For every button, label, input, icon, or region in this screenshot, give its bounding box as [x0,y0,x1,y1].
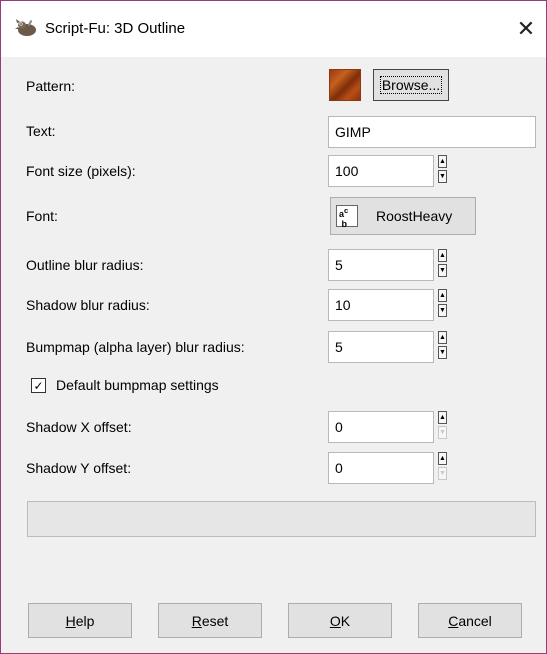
outline-blur-input[interactable] [329,250,431,280]
ok-button-label: OK [329,612,351,629]
shadow-x-input[interactable] [329,412,431,442]
cancel-button-label: Cancel [448,612,492,629]
bumpmap-blur-spinbox [328,331,434,363]
bumpmap-blur-input[interactable] [329,332,431,362]
checkmark-icon: ✓ [33,378,44,393]
help-button[interactable]: Help [28,603,132,638]
shadow-y-label: Shadow Y offset: [26,460,132,476]
outline-blur-spinbox [328,249,434,281]
font-label: Font: [26,208,58,224]
decrement-icon[interactable]: ▼ [438,264,447,277]
pattern-preview[interactable] [329,69,361,101]
increment-icon[interactable]: ▲ [438,331,447,344]
reset-button[interactable]: Reset [158,603,262,638]
font-size-input[interactable] [329,156,431,186]
font-name: RoostHeavy [376,208,453,224]
window-title: Script-Fu: 3D Outline [45,20,186,37]
text-field-wrapper [328,116,536,148]
shadow-x-stepper: ▲ ▼ [438,411,448,441]
shadow-y-input[interactable] [329,453,431,483]
shadow-blur-spinbox [328,289,434,321]
text-label: Text: [26,123,56,139]
default-bumpmap-checkbox[interactable]: ✓ [31,378,46,393]
browse-button-label: Browse... [379,76,443,94]
bumpmap-blur-label: Bumpmap (alpha layer) blur radius: [26,339,245,355]
font-size-spinbox [328,155,434,187]
decrement-icon[interactable]: ▼ [438,346,447,359]
close-button[interactable]: ✕ [506,9,546,49]
increment-icon[interactable]: ▲ [438,249,447,262]
outline-blur-label: Outline blur radius: [26,257,144,273]
close-icon: ✕ [516,16,536,41]
browse-pattern-button[interactable]: Browse... [373,69,449,101]
increment-icon[interactable]: ▲ [438,155,447,168]
reset-button-label: Reset [191,612,229,629]
increment-icon[interactable]: ▲ [438,289,447,302]
shadow-blur-input[interactable] [329,290,431,320]
progress-bar [27,501,536,537]
shadow-y-stepper: ▲ ▼ [438,452,448,482]
shadow-blur-label: Shadow blur radius: [26,297,150,313]
bumpmap-blur-stepper: ▲ ▼ [438,331,448,361]
cancel-button[interactable]: Cancel [418,603,522,638]
decrement-icon[interactable]: ▼ [438,426,447,439]
title-bar[interactable]: Script-Fu: 3D Outline ✕ [1,1,546,57]
increment-icon[interactable]: ▲ [438,411,447,424]
decrement-icon[interactable]: ▼ [438,467,447,480]
gimp-wilber-icon [15,19,36,36]
outline-blur-stepper: ▲ ▼ [438,249,448,279]
increment-icon[interactable]: ▲ [438,452,447,465]
ok-button[interactable]: OK [288,603,392,638]
decrement-icon[interactable]: ▼ [438,170,447,183]
shadow-y-spinbox [328,452,434,484]
font-size-label: Font size (pixels): [26,163,136,179]
text-input[interactable] [329,117,531,147]
font-icon: ac b [336,205,358,229]
pattern-label: Pattern: [26,78,76,94]
default-bumpmap-label[interactable]: Default bumpmap settings [56,377,219,393]
shadow-x-label: Shadow X offset: [26,419,132,435]
script-fu-dialog: Script-Fu: 3D Outline ✕ Pattern: Browse.… [0,0,547,654]
font-select-button[interactable]: ac b RoostHeavy [330,197,476,235]
shadow-blur-stepper: ▲ ▼ [438,289,448,319]
font-size-stepper: ▲ ▼ [438,155,448,185]
decrement-icon[interactable]: ▼ [438,304,447,317]
shadow-x-spinbox [328,411,434,443]
help-button-label: Help [65,612,95,629]
